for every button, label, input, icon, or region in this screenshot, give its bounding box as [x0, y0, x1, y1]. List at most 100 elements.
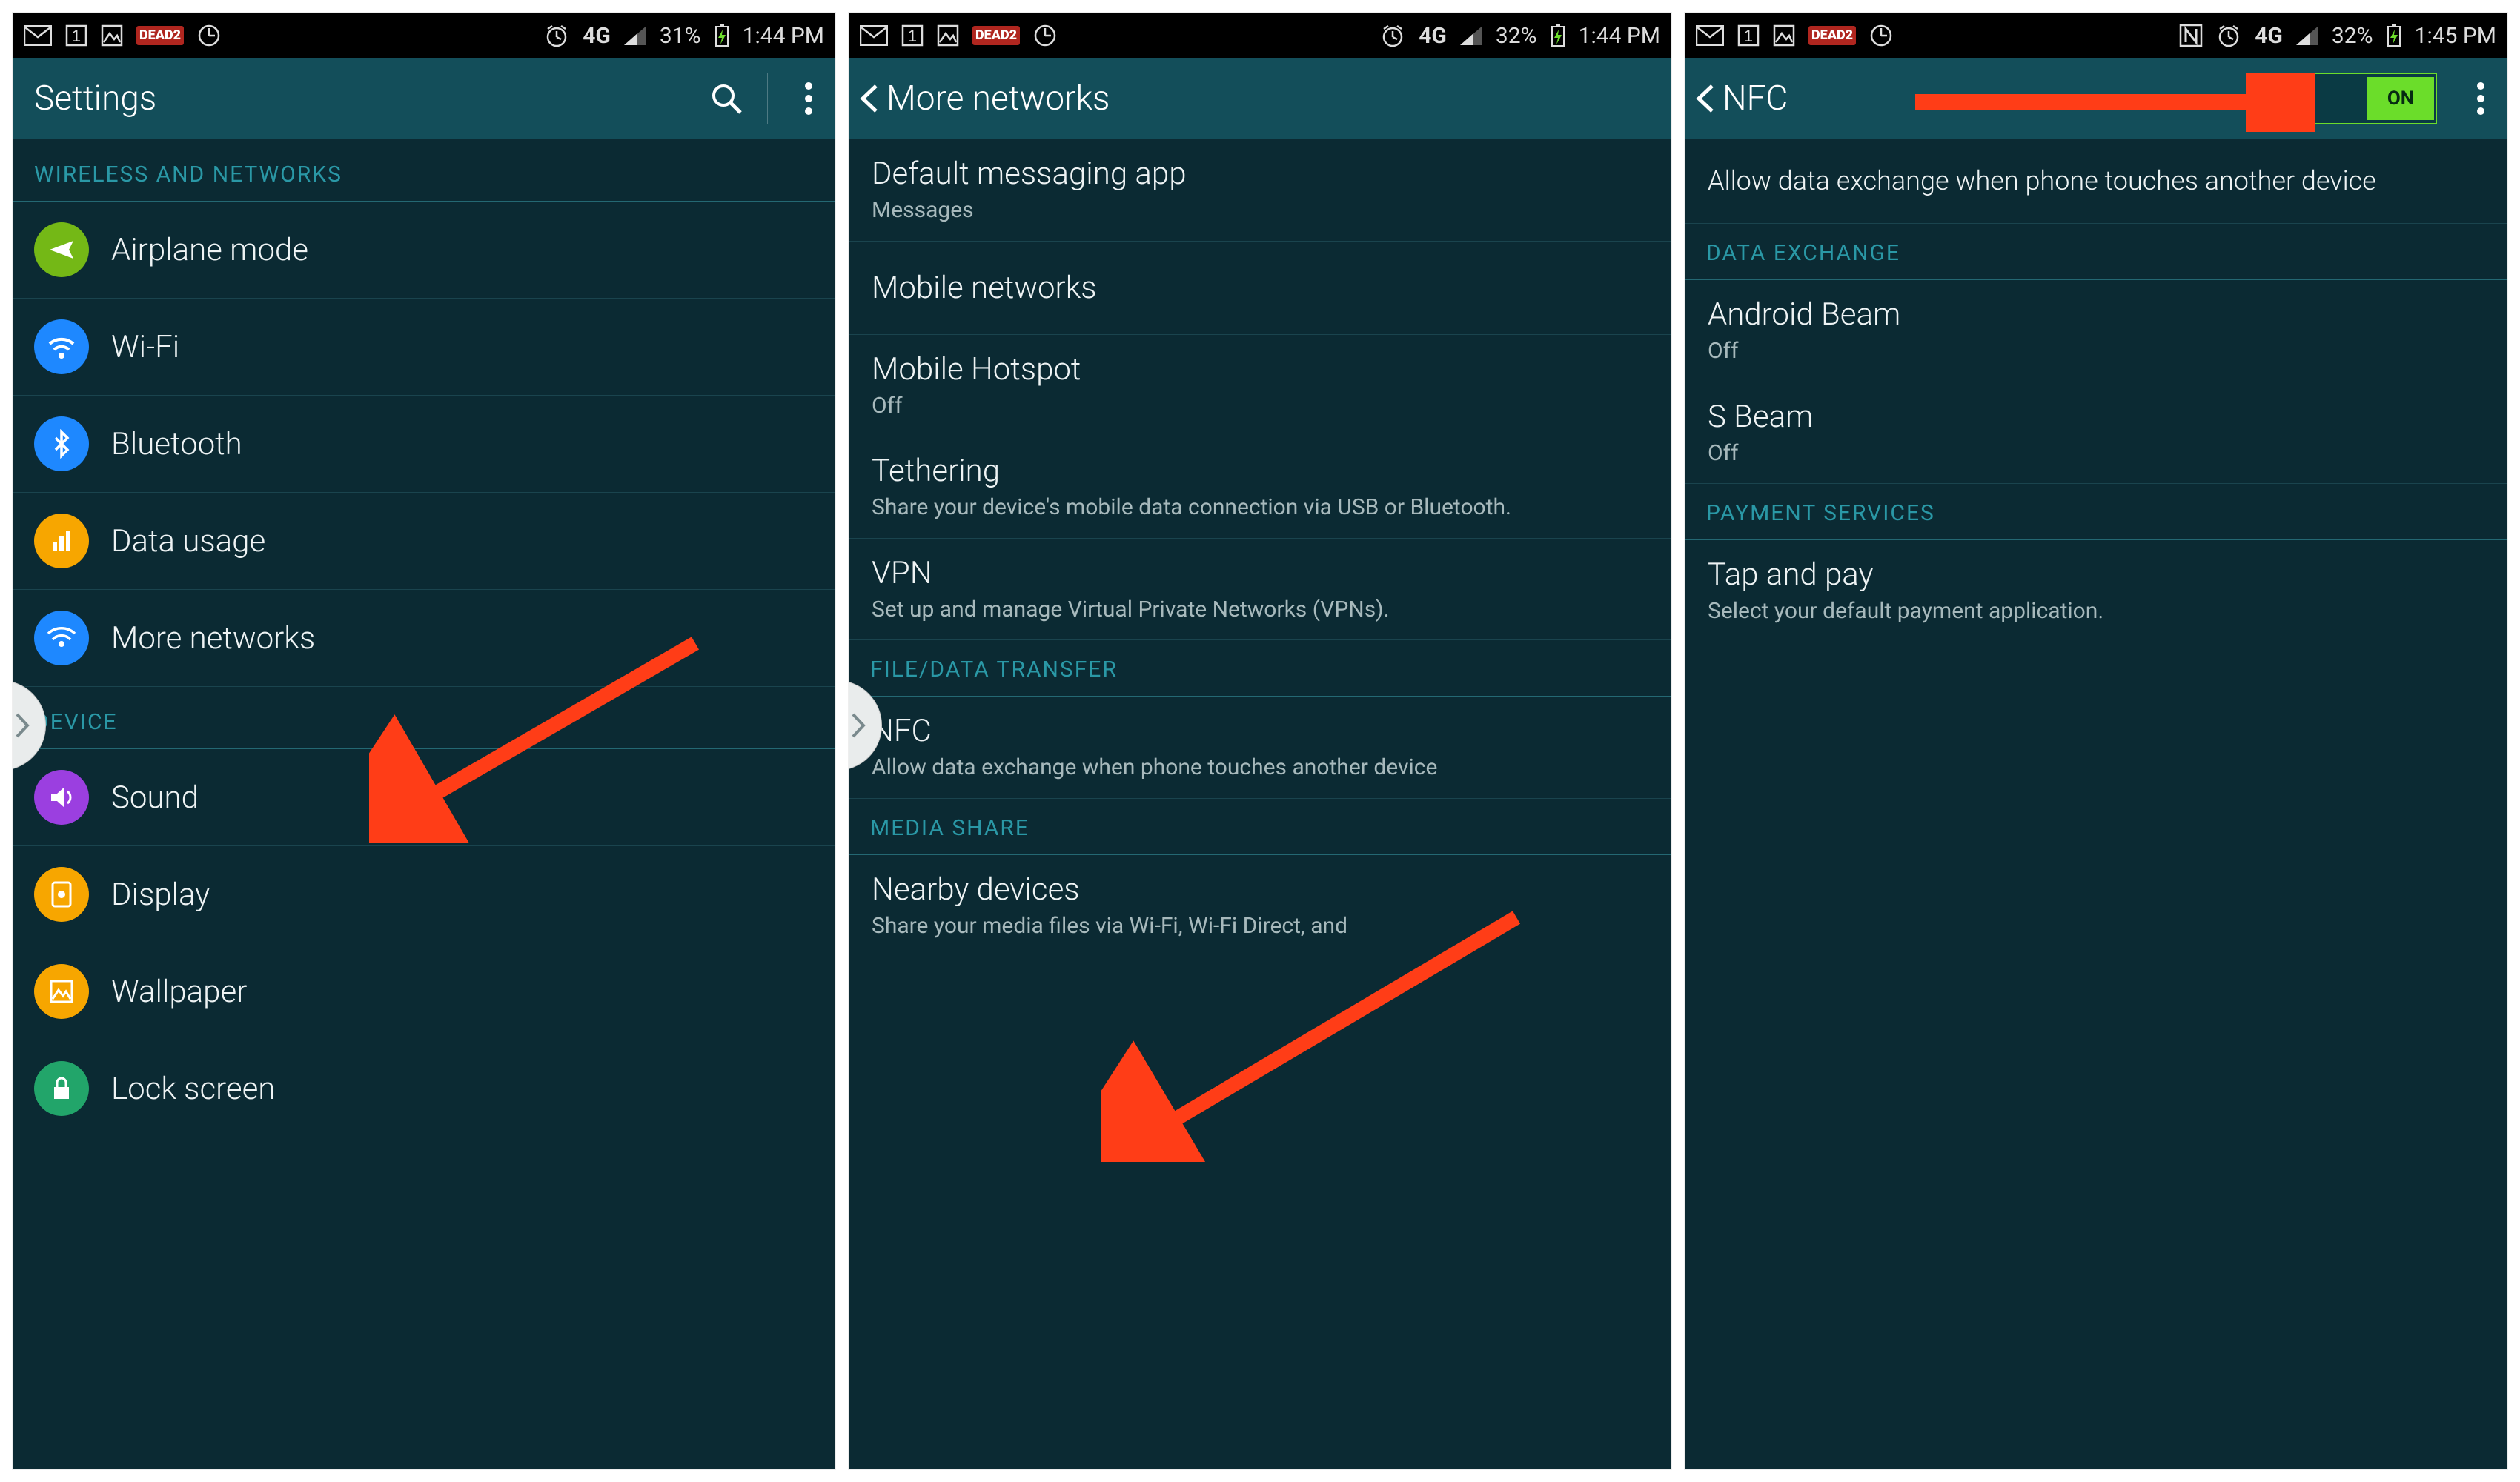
- title-bar: More networks: [849, 58, 1671, 139]
- item-title: NFC: [872, 713, 1648, 749]
- sim-1-icon: 1: [1737, 24, 1760, 47]
- item-mobile-networks[interactable]: Mobile networks: [849, 242, 1671, 335]
- item-default-messaging-app[interactable]: Default messaging app Messages: [849, 139, 1671, 242]
- item-lock-screen[interactable]: Lock screen: [13, 1040, 835, 1137]
- item-airplane-mode[interactable]: Airplane mode: [13, 202, 835, 299]
- item-label: Bluetooth: [111, 426, 242, 462]
- item-data-usage[interactable]: Data usage: [13, 493, 835, 590]
- picture-icon: [937, 24, 959, 47]
- item-title: Tap and pay: [1708, 556, 2484, 593]
- sound-icon: [34, 770, 89, 825]
- sim-1-icon: 1: [901, 24, 924, 47]
- lock-icon: [34, 1061, 89, 1116]
- clock-time: 1:44 PM: [1579, 23, 1660, 49]
- title-bar: Settings: [13, 58, 835, 139]
- item-android-beam[interactable]: Android Beam Off: [1685, 280, 2507, 382]
- item-more-networks[interactable]: More networks: [13, 590, 835, 687]
- battery-percent: 32%: [1496, 23, 1537, 49]
- page-title: Settings: [13, 79, 700, 119]
- item-tethering[interactable]: Tethering Share your device's mobile dat…: [849, 436, 1671, 539]
- battery-icon: [2387, 24, 2401, 47]
- search-button[interactable]: [700, 82, 752, 116]
- signal-icon: [2296, 26, 2318, 45]
- chevron-left-icon: [857, 82, 882, 116]
- item-display[interactable]: Display: [13, 846, 835, 943]
- item-subtitle: Off: [872, 392, 1648, 420]
- item-subtitle: Select your default payment application.: [1708, 597, 2484, 625]
- kebab-icon: [804, 82, 813, 116]
- section-wireless: WIRELESS AND NETWORKS: [13, 139, 835, 201]
- item-subtitle: Set up and manage Virtual Private Networ…: [872, 596, 1648, 624]
- item-title: VPN: [872, 555, 1648, 591]
- item-label: Data usage: [111, 523, 265, 559]
- circle-icon: [197, 24, 221, 47]
- item-title: S Beam: [1708, 399, 2484, 435]
- picture-icon: [101, 24, 123, 47]
- toggle-label: ON: [2367, 77, 2434, 120]
- item-wallpaper[interactable]: Wallpaper: [13, 943, 835, 1040]
- mail-icon: [860, 25, 888, 46]
- section-file-data: FILE/DATA TRANSFER: [849, 640, 1671, 696]
- item-nfc[interactable]: NFC Allow data exchange when phone touch…: [849, 697, 1671, 799]
- lte-indicator: 4G: [583, 23, 611, 49]
- more-networks-icon: [34, 611, 89, 665]
- item-wifi[interactable]: Wi-Fi: [13, 299, 835, 396]
- signal-icon: [624, 26, 646, 45]
- alarm-icon: [2216, 23, 2241, 48]
- kebab-icon: [2476, 82, 2485, 116]
- separator: [767, 73, 768, 124]
- section-data-exchange: DATA EXCHANGE: [1685, 224, 2507, 279]
- picture-icon: [1773, 24, 1795, 47]
- overflow-button[interactable]: [2455, 82, 2507, 116]
- battery-percent: 31%: [660, 23, 701, 49]
- status-bar: 1 DEAD2 4G 31% 1:44 PM: [13, 13, 835, 58]
- section-payment-services: PAYMENT SERVICES: [1685, 484, 2507, 539]
- mail-icon: [24, 25, 52, 46]
- airplane-icon: [34, 222, 89, 277]
- item-s-beam[interactable]: S Beam Off: [1685, 382, 2507, 485]
- item-title: Mobile Hotspot: [872, 351, 1648, 388]
- item-subtitle: Share your media files via Wi-Fi, Wi-Fi …: [872, 912, 1648, 940]
- item-label: More networks: [111, 620, 315, 657]
- item-title: Nearby devices: [872, 871, 1648, 908]
- lte-indicator: 4G: [2255, 23, 2283, 49]
- battery-icon: [714, 24, 729, 47]
- nfc-toggle[interactable]: ON: [2301, 73, 2437, 124]
- item-label: Display: [111, 877, 210, 913]
- clock-time: 1:45 PM: [2415, 23, 2496, 49]
- back-button[interactable]: More networks: [849, 79, 1671, 119]
- dead2-badge: DEAD2: [1808, 26, 1856, 45]
- nfc-description: Allow data exchange when phone touches a…: [1685, 139, 2507, 224]
- wallpaper-icon: [34, 964, 89, 1019]
- item-label: Sound: [111, 780, 199, 816]
- search-icon: [709, 82, 743, 116]
- item-bluetooth[interactable]: Bluetooth: [13, 396, 835, 493]
- sim-1-icon: 1: [65, 24, 87, 47]
- item-nearby-devices[interactable]: Nearby devices Share your media files vi…: [849, 855, 1671, 957]
- signal-icon: [1460, 26, 1482, 45]
- svg-text:1: 1: [72, 27, 81, 45]
- battery-percent: 32%: [2332, 23, 2373, 49]
- item-title: Mobile networks: [872, 270, 1648, 306]
- screen-settings: 1 DEAD2 4G 31% 1:44 PM Settings WIRELESS…: [13, 13, 835, 1469]
- item-label: Wallpaper: [111, 974, 247, 1010]
- item-vpn[interactable]: VPN Set up and manage Virtual Private Ne…: [849, 539, 1671, 641]
- item-sound[interactable]: Sound: [13, 749, 835, 846]
- overflow-button[interactable]: [783, 82, 835, 116]
- item-mobile-hotspot[interactable]: Mobile Hotspot Off: [849, 335, 1671, 437]
- dead2-badge: DEAD2: [136, 26, 184, 45]
- circle-icon: [1869, 24, 1893, 47]
- wifi-icon: [34, 319, 89, 374]
- item-label: Lock screen: [111, 1071, 275, 1107]
- page-title: NFC: [1722, 79, 1788, 119]
- back-button[interactable]: NFC: [1685, 79, 2301, 119]
- item-subtitle: Messages: [872, 196, 1648, 225]
- item-tap-and-pay[interactable]: Tap and pay Select your default payment …: [1685, 540, 2507, 642]
- item-subtitle: Allow data exchange when phone touches a…: [872, 754, 1648, 782]
- screen-more-networks: 1 DEAD2 4G 32% 1:44 PM More networks Def…: [849, 13, 1671, 1469]
- screen-nfc: 1 DEAD2 4G 32% 1:45 PM NFC ON Allow data…: [1685, 13, 2507, 1469]
- item-title: Default messaging app: [872, 156, 1648, 192]
- svg-text:1: 1: [908, 27, 917, 45]
- section-device: DEVICE: [13, 687, 835, 748]
- item-subtitle: Off: [1708, 439, 2484, 468]
